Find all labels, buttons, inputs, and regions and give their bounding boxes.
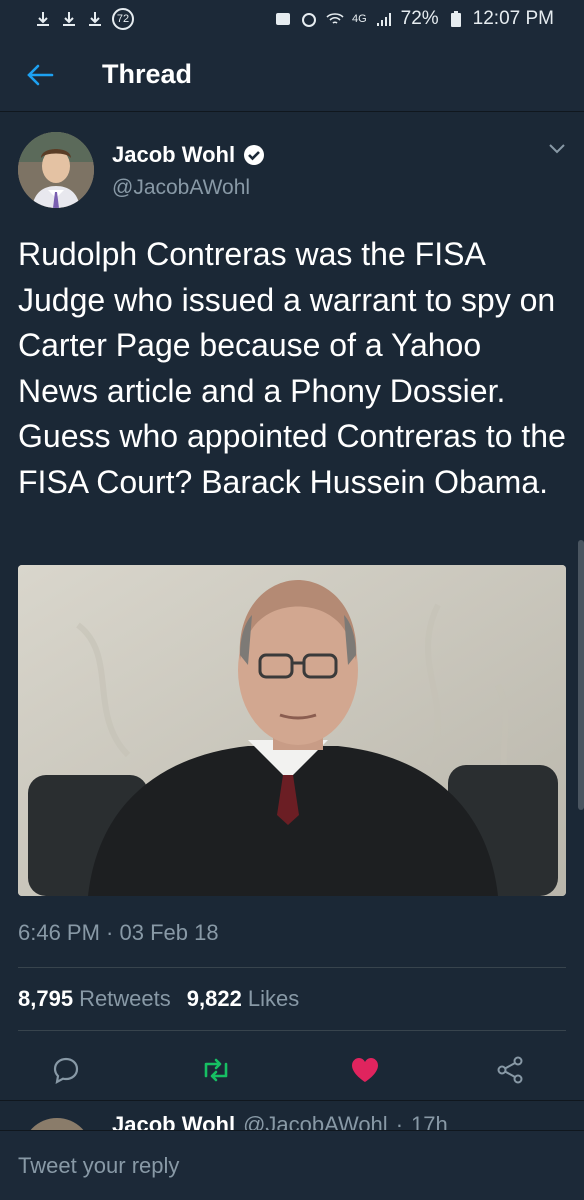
tweet-timestamp: 6:46 PM · 03 Feb 18 bbox=[18, 920, 219, 945]
share-button[interactable] bbox=[490, 1050, 530, 1090]
reply-bar bbox=[0, 1130, 584, 1200]
chevron-down-icon bbox=[549, 144, 565, 154]
author-row: Jacob Wohl bbox=[112, 142, 265, 168]
author-name[interactable]: Jacob Wohl bbox=[112, 142, 235, 168]
status-bar: 72 4G 72% 12:07 PM bbox=[0, 0, 584, 38]
reply-input[interactable] bbox=[18, 1152, 558, 1179]
battery-percent: 72% bbox=[400, 8, 439, 29]
cast-icon bbox=[275, 13, 290, 25]
tweet-text: Rudolph Contreras was the FISA Judge who… bbox=[18, 236, 566, 500]
arrow-left-icon bbox=[27, 64, 54, 85]
retweet-button[interactable] bbox=[196, 1050, 236, 1090]
divider bbox=[18, 1030, 566, 1031]
back-button[interactable] bbox=[0, 38, 80, 112]
signal-icon bbox=[376, 13, 391, 26]
tweet-image[interactable] bbox=[18, 565, 566, 896]
retweets-count: 8,795 bbox=[18, 986, 74, 1011]
author-handle[interactable]: @JacobAWohl bbox=[112, 176, 250, 200]
avatar[interactable] bbox=[18, 132, 94, 208]
download-icon bbox=[63, 12, 75, 26]
system-icons: 4G 72% 12:07 PM bbox=[274, 8, 554, 30]
tweet-menu-button[interactable] bbox=[548, 142, 566, 160]
retweets-stat[interactable]: 8,795 Retweets bbox=[18, 986, 171, 1012]
wifi-icon bbox=[326, 13, 344, 24]
likes-stat[interactable]: 9,822 Likes bbox=[187, 986, 299, 1012]
notification-icons: 72 bbox=[34, 8, 134, 30]
network-type: 4G bbox=[351, 13, 367, 25]
divider bbox=[0, 1100, 584, 1101]
app-bar: Thread bbox=[0, 38, 584, 112]
scrollbar[interactable] bbox=[578, 540, 584, 810]
clock: 12:07 PM bbox=[472, 8, 554, 29]
notification-count-badge: 72 bbox=[112, 8, 134, 30]
likes-label: Likes bbox=[247, 986, 300, 1011]
page-title: Thread bbox=[102, 59, 193, 89]
heart-icon bbox=[352, 1058, 378, 1082]
likes-count: 9,822 bbox=[186, 986, 242, 1011]
download-icon bbox=[37, 12, 49, 26]
like-button[interactable] bbox=[345, 1050, 385, 1090]
divider bbox=[18, 967, 566, 968]
avatar-image bbox=[18, 132, 94, 208]
retweets-label: Retweets bbox=[79, 986, 171, 1011]
retweet-icon bbox=[204, 1058, 228, 1082]
verified-badge-icon bbox=[244, 145, 265, 165]
alarm-icon bbox=[301, 13, 316, 27]
tweet-actions bbox=[0, 1042, 584, 1102]
judge-photo bbox=[18, 565, 566, 896]
reply-icon bbox=[53, 1057, 79, 1085]
battery-icon bbox=[450, 11, 461, 27]
share-icon bbox=[497, 1056, 523, 1084]
tweet-stats: 8,795 Retweets 9,822 Likes bbox=[18, 986, 299, 1012]
reply-button[interactable] bbox=[46, 1050, 86, 1090]
download-icon bbox=[89, 12, 101, 26]
